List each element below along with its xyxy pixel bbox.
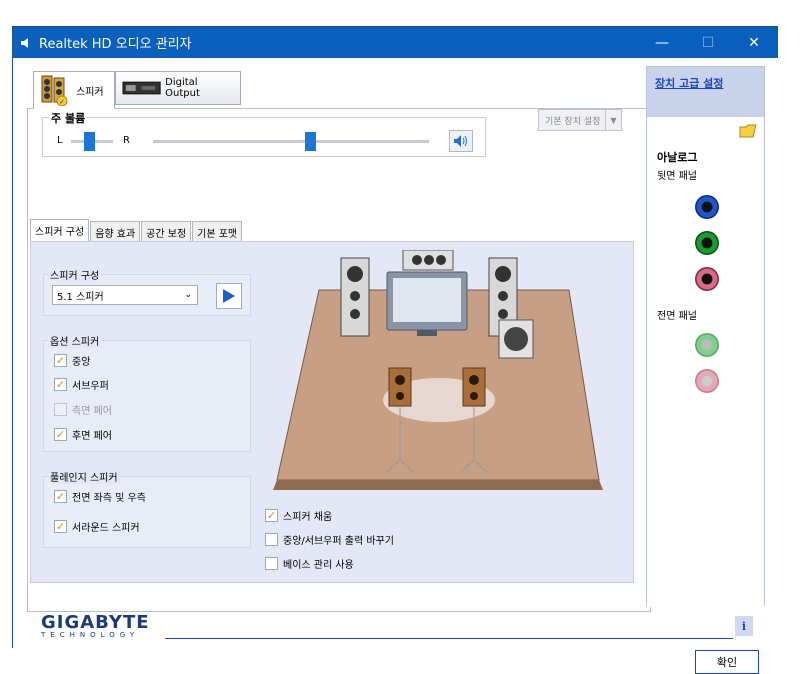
digital-output-icon <box>122 81 161 95</box>
pink-jack-icon[interactable] <box>695 267 719 291</box>
analog-label: 아날로그 <box>657 151 698 164</box>
speaker-device-icon: ✓ <box>41 75 68 106</box>
main-volume-label: 주 볼륨 <box>49 110 88 126</box>
balance-left-label: L <box>57 135 63 146</box>
subwoofer-icon[interactable] <box>498 319 534 359</box>
speaker-config-group: 스피커 구성 5.1 스피커 ⌄ <box>43 267 251 316</box>
tab-speaker-config[interactable]: 스피커 구성 <box>30 219 90 241</box>
sub-tabs: 스피커 구성 음향 효과 공간 보정 기본 포맷 <box>30 219 243 243</box>
swap-center-sub-checkbox[interactable]: 중앙/서브우퍼 출력 바꾸기 <box>265 532 394 547</box>
center-speaker-icon[interactable] <box>402 250 454 271</box>
main-volume-group: 주 볼륨 L R <box>42 110 486 157</box>
center-checkbox[interactable]: ✓ 중앙 <box>54 353 90 368</box>
rear-panel-label: 뒷면 패널 <box>657 171 697 182</box>
play-icon <box>223 289 235 303</box>
room-floor-edge <box>273 480 603 490</box>
front-green-jack-icon[interactable] <box>695 333 719 357</box>
brand-name: GIGABYTE <box>41 612 150 633</box>
optional-speakers-legend: 옵션 스피커 <box>48 333 102 348</box>
balance-slider[interactable] <box>84 132 95 151</box>
tab-digital-label: Digital Output <box>165 77 200 99</box>
rear-pair-checkbox[interactable]: ✓ 후면 페어 <box>54 427 112 442</box>
tab-sound-effects[interactable]: 음향 효과 <box>90 221 141 243</box>
speaker-config-value: 5.1 스피커 <box>57 291 104 303</box>
footer-divider <box>165 638 733 639</box>
gigabyte-logo: GIGABYTE TECHNOLOGY <box>41 612 150 639</box>
jack-panel: 아날로그 뒷면 패널 전면 패널 <box>647 117 764 607</box>
mute-button[interactable] <box>449 130 473 152</box>
front-left-speaker-icon[interactable] <box>340 257 370 337</box>
default-device-button[interactable]: 기본 장치 설정 ▼ <box>538 109 622 131</box>
balance-right-label: R <box>123 135 130 146</box>
folder-icon[interactable] <box>739 123 757 139</box>
surround-checkbox[interactable]: ✓ 서라운드 스피커 <box>54 519 140 534</box>
speaker-config-select[interactable]: 5.1 스피커 ⌄ <box>52 285 198 305</box>
check-icon: ✓ <box>54 354 67 367</box>
subwoofer-checkbox[interactable]: ✓ 서브우퍼 <box>54 377 109 392</box>
subwoofer-label: 서브우퍼 <box>72 381 109 392</box>
tab-speaker-label: 스피커 <box>76 86 104 98</box>
check-icon: ✓ <box>54 520 67 533</box>
default-device-label: 기본 장치 설정 <box>545 116 601 127</box>
speaker-config-pane: 스피커 구성 5.1 스피커 ⌄ 옵션 스피커 ✓ 중앙 ✓ 서브우퍼 측면 페… <box>30 241 634 583</box>
unchecked-box-icon <box>265 557 278 570</box>
volume-track <box>153 140 429 143</box>
speaker-config-legend: 스피커 구성 <box>48 267 102 282</box>
window-title: Realtek HD 오디오 관리자 <box>39 37 192 52</box>
info-icon[interactable]: i <box>735 616 753 636</box>
bass-management-checkbox[interactable]: 베이스 관리 사용 <box>265 556 354 571</box>
title-bar: Realtek HD 오디오 관리자 — ☐ ✕ <box>13 27 777 58</box>
volume-slider[interactable] <box>305 132 316 151</box>
right-panel: 장치 고급 설정 아날로그 뒷면 패널 전면 패널 <box>646 66 765 607</box>
unchecked-box-icon <box>54 403 67 416</box>
surround-label: 서라운드 스피커 <box>72 523 140 534</box>
front-lr-checkbox[interactable]: ✓ 전면 좌측 및 우측 <box>54 489 146 504</box>
rear-pair-label: 후면 페어 <box>72 431 112 442</box>
left-panel: ✓ 스피커 Digital Output 주 볼륨 L R 기본 장치 설정 ▼… <box>27 66 651 612</box>
chevron-down-icon[interactable]: ▼ <box>605 110 621 130</box>
tab-digital-output[interactable]: Digital Output <box>115 71 241 105</box>
app-window: Realtek HD 오디오 관리자 — ☐ ✕ ✓ 스피커 Digital O… <box>12 26 779 674</box>
check-icon: ✓ <box>265 509 278 522</box>
optional-speakers-group: 옵션 스피커 ✓ 중앙 ✓ 서브우퍼 측면 페어 ✓ 후면 페어 <box>43 333 251 452</box>
tab-room-correction[interactable]: 공간 보정 <box>141 221 192 243</box>
side-pair-label: 측면 페어 <box>72 406 112 417</box>
svg-text:✓: ✓ <box>59 98 65 106</box>
front-lr-label: 전면 좌측 및 우측 <box>72 493 146 504</box>
client-area: ✓ 스피커 Digital Output 주 볼륨 L R 기본 장치 설정 ▼… <box>13 58 779 674</box>
maximize-button[interactable]: ☐ <box>685 27 731 58</box>
front-panel-label: 전면 패널 <box>657 311 697 322</box>
tab-speaker[interactable]: ✓ 스피커 <box>33 71 115 109</box>
chevron-down-icon: ⌄ <box>184 290 192 300</box>
center-label: 중앙 <box>72 357 91 368</box>
tab-default-format[interactable]: 기본 포맷 <box>192 221 243 243</box>
check-icon: ✓ <box>54 490 67 503</box>
speaker-fill-checkbox[interactable]: ✓ 스피커 채움 <box>265 508 332 523</box>
ok-button[interactable]: 확인 <box>695 650 759 674</box>
front-pink-jack-icon[interactable] <box>695 369 719 393</box>
fullrange-legend: 풀레인지 스피커 <box>48 469 120 484</box>
side-pair-checkbox[interactable]: 측면 페어 <box>54 402 112 417</box>
speaker-panel: 주 볼륨 L R 기본 장치 설정 ▼ 스피커 구성 음향 효과 공간 보정 기… <box>27 108 651 612</box>
check-icon: ✓ <box>54 428 67 441</box>
blue-jack-icon[interactable] <box>695 195 719 219</box>
bass-management-label: 베이스 관리 사용 <box>283 560 354 571</box>
speaker-room-illustration <box>273 250 603 490</box>
swap-center-sub-label: 중앙/서브우퍼 출력 바꾸기 <box>283 536 394 547</box>
check-icon: ✓ <box>54 378 67 391</box>
advanced-settings-link[interactable]: 장치 고급 설정 <box>655 75 723 91</box>
brand-sub: TECHNOLOGY <box>41 631 140 639</box>
tv-icon[interactable] <box>386 271 468 336</box>
unchecked-box-icon <box>265 533 278 546</box>
close-button[interactable]: ✕ <box>731 27 777 58</box>
volume-icon <box>454 135 467 147</box>
speaker-fill-label: 스피커 채움 <box>283 512 333 523</box>
minimize-button[interactable]: — <box>639 27 685 58</box>
green-jack-icon[interactable] <box>695 231 719 255</box>
speaker-icon <box>21 37 28 48</box>
play-test-button[interactable] <box>216 283 242 309</box>
fullrange-speakers-group: 풀레인지 스피커 ✓ 전면 좌측 및 우측 ✓ 서라운드 스피커 <box>43 469 251 548</box>
